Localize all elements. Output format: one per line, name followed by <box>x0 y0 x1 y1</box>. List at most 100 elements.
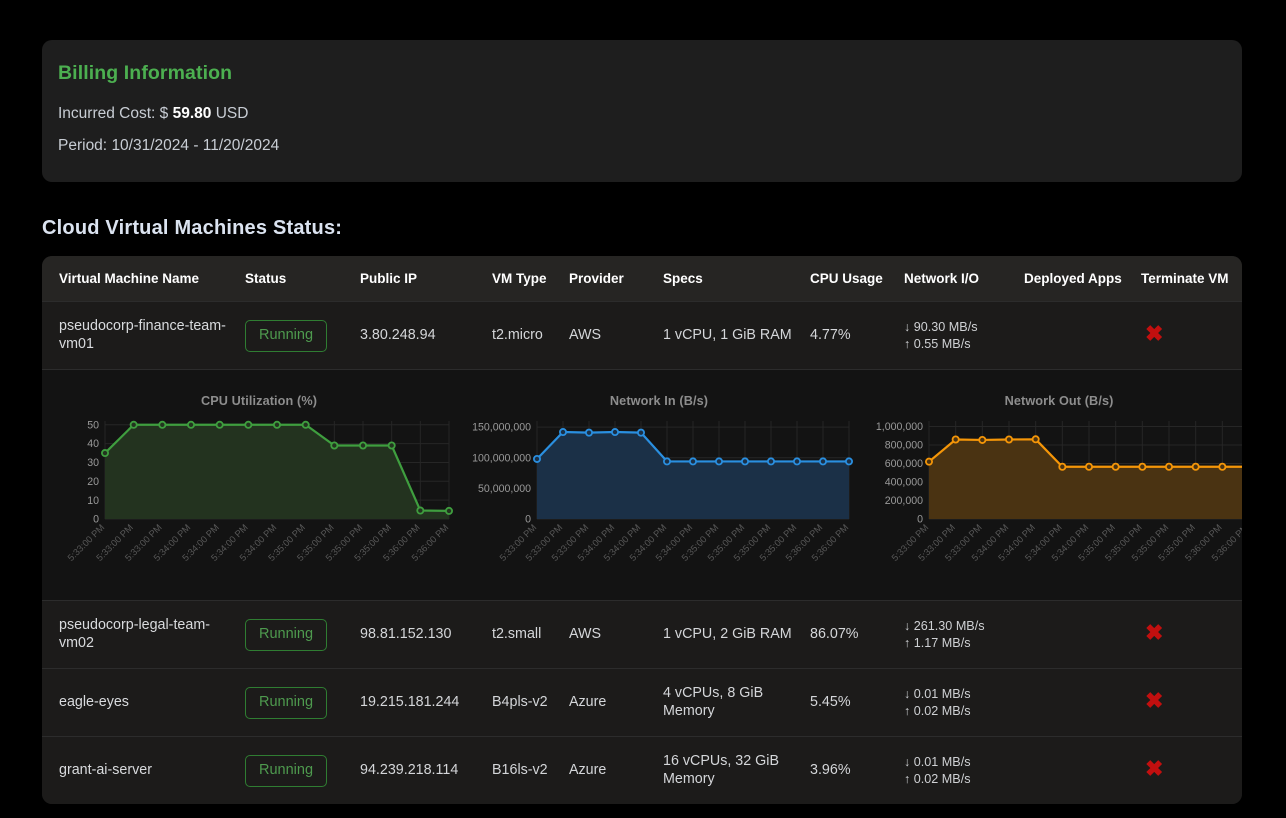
svg-text:800,000: 800,000 <box>885 439 923 451</box>
cell-status: Running <box>245 301 360 370</box>
cell-network-io: ↓ 0.01 MB/s ↑ 0.02 MB/s <box>904 668 1024 737</box>
cell-provider: Azure <box>569 736 663 804</box>
incurred-cost-currency: USD <box>215 105 249 122</box>
status-badge[interactable]: Running <box>245 618 328 651</box>
cell-provider: AWS <box>569 301 663 370</box>
billing-period-label: Period: <box>58 137 108 154</box>
svg-text:150,000,000: 150,000,000 <box>472 421 531 433</box>
network-in-value: ↓ 0.01 MB/s <box>904 754 971 769</box>
charts-container: CPU Utilization (%) 0 10 20 30 40 50 5:33:00 P… <box>59 386 1242 584</box>
cell-cpu-usage: 3.96% <box>810 736 904 804</box>
network-out-value: ↑ 1.17 MB/s <box>904 635 971 650</box>
column-header-network-io: Network I/O <box>904 256 1024 302</box>
column-header-provider: Provider <box>569 256 663 302</box>
column-header-deployed-apps: Deployed Apps <box>1024 256 1141 302</box>
chart-network-out: Network Out (B/s) 0 200,000 400,000 600,000… <box>859 386 1242 584</box>
billing-period-value: 10/31/2024 - 11/20/2024 <box>111 137 280 154</box>
cell-provider: AWS <box>569 600 663 669</box>
cell-specs: 1 vCPU, 2 GiB RAM <box>663 600 810 669</box>
status-badge[interactable]: Running <box>245 686 328 719</box>
svg-text:50: 50 <box>87 419 99 431</box>
cell-deployed-apps <box>1024 736 1141 804</box>
svg-text:1,000,000: 1,000,000 <box>876 421 923 433</box>
column-header-vm-type: VM Type <box>492 256 569 302</box>
cell-public-ip: 3.80.248.94 <box>360 301 492 370</box>
cell-specs: 16 vCPUs, 32 GiB Memory <box>663 736 810 804</box>
cell-vm-type: t2.micro <box>492 301 569 370</box>
column-header-specs: Specs <box>663 256 810 302</box>
terminate-vm-icon[interactable]: ✖ <box>1141 622 1163 644</box>
terminate-vm-icon[interactable]: ✖ <box>1141 323 1163 345</box>
cell-vm-type: B4pls-v2 <box>492 668 569 737</box>
cell-provider: Azure <box>569 668 663 737</box>
cell-cpu-usage: 4.77% <box>810 301 904 370</box>
cell-deployed-apps <box>1024 301 1141 370</box>
metrics-chart-cell: CPU Utilization (%) 0 10 20 30 40 50 5:33:00 P… <box>42 369 1242 601</box>
svg-text:20: 20 <box>87 475 99 487</box>
cell-terminate: ✖ <box>1141 668 1242 737</box>
svg-text:600,000: 600,000 <box>885 458 923 470</box>
terminate-vm-icon[interactable]: ✖ <box>1141 758 1163 780</box>
table-row[interactable]: grant-ai-server Running 94.239.218.114 B… <box>42 736 1242 804</box>
table-header-row: Virtual Machine Name Status Public IP VM… <box>42 256 1242 302</box>
cell-vm-type: B16ls-v2 <box>492 736 569 804</box>
column-header-status: Status <box>245 256 360 302</box>
column-header-vm-name: Virtual Machine Name <box>42 256 245 302</box>
cell-terminate: ✖ <box>1141 736 1242 804</box>
chart-network-out-svg: 0200,000400,000600,000800,0001,000,0005:… <box>876 420 1242 563</box>
table-row[interactable]: eagle-eyes Running 19.215.181.244 B4pls-… <box>42 668 1242 737</box>
cell-terminate: ✖ <box>1141 600 1242 669</box>
cell-vm-name: eagle-eyes <box>42 668 245 737</box>
network-out-value: ↑ 0.02 MB/s <box>904 771 971 786</box>
cell-vm-name: grant-ai-server <box>42 736 245 804</box>
chart-network-in: Network In (B/s) 0 50,000,000 100,000,000 1… <box>459 386 859 584</box>
vm-status-table: Virtual Machine Name Status Public IP VM… <box>42 256 1242 804</box>
cell-network-io: ↓ 90.30 MB/s ↑ 0.55 MB/s <box>904 301 1024 370</box>
svg-text:400,000: 400,000 <box>885 476 923 488</box>
cell-terminate: ✖ <box>1141 301 1242 370</box>
incurred-cost-line: Incurred Cost: $ 59.80 USD <box>58 98 1226 130</box>
cell-vm-name: pseudocorp-legal-team-vm02 <box>42 600 245 669</box>
network-in-value: ↓ 90.30 MB/s <box>904 319 978 334</box>
table-row[interactable]: pseudocorp-legal-team-vm02 Running 98.81… <box>42 600 1242 669</box>
incurred-cost-label: Incurred Cost: $ <box>58 105 169 122</box>
svg-text:50,000,000: 50,000,000 <box>478 482 531 494</box>
metrics-chart-row: CPU Utilization (%) 0 10 20 30 40 50 5:33:00 P… <box>42 369 1242 601</box>
chart-title: Network In (B/s) <box>609 394 709 408</box>
svg-text:100,000,000: 100,000,000 <box>472 452 531 464</box>
billing-title: Billing Information <box>58 62 233 84</box>
cell-status: Running <box>245 668 360 737</box>
svg-text:40: 40 <box>87 438 99 450</box>
page-root: Billing Information Incurred Cost: $ 59.… <box>0 0 1286 818</box>
network-in-value: ↓ 261.30 MB/s <box>904 618 985 633</box>
network-out-value: ↑ 0.55 MB/s <box>904 336 971 351</box>
billing-period-line: Period: 10/31/2024 - 11/20/2024 <box>58 130 1226 162</box>
billing-information-card: Billing Information Incurred Cost: $ 59.… <box>42 40 1242 182</box>
cell-status: Running <box>245 600 360 669</box>
chart-cpu-svg: 010203040505:33:00 PM5:33:00 PM5:33:00 P… <box>66 419 453 563</box>
cell-cpu-usage: 5.45% <box>810 668 904 737</box>
cell-public-ip: 98.81.152.130 <box>360 600 492 669</box>
table-row[interactable]: pseudocorp-finance-team-vm01 Running 3.8… <box>42 301 1242 370</box>
cell-public-ip: 94.239.218.114 <box>360 736 492 804</box>
svg-text:30: 30 <box>87 457 99 469</box>
cell-status: Running <box>245 736 360 804</box>
cell-specs: 4 vCPUs, 8 GiB Memory <box>663 668 810 737</box>
status-badge[interactable]: Running <box>245 319 328 352</box>
chart-network-in-svg: 050,000,000100,000,000150,000,0005:33:00… <box>472 420 853 563</box>
cell-vm-name: pseudocorp-finance-team-vm01 <box>42 301 245 370</box>
network-in-value: ↓ 0.01 MB/s <box>904 686 971 701</box>
cell-public-ip: 19.215.181.244 <box>360 668 492 737</box>
column-header-terminate-vm: Terminate VM <box>1141 256 1242 302</box>
status-badge[interactable]: Running <box>245 754 328 787</box>
cell-deployed-apps <box>1024 668 1141 737</box>
cell-specs: 1 vCPU, 1 GiB RAM <box>663 301 810 370</box>
column-header-public-ip: Public IP <box>360 256 492 302</box>
terminate-vm-icon[interactable]: ✖ <box>1141 690 1163 712</box>
network-out-value: ↑ 0.02 MB/s <box>904 703 971 718</box>
cell-vm-type: t2.small <box>492 600 569 669</box>
page-title: Cloud Virtual Machines Status: <box>42 217 343 239</box>
svg-text:10: 10 <box>87 494 99 506</box>
cell-deployed-apps <box>1024 600 1141 669</box>
cell-network-io: ↓ 0.01 MB/s ↑ 0.02 MB/s <box>904 736 1024 804</box>
